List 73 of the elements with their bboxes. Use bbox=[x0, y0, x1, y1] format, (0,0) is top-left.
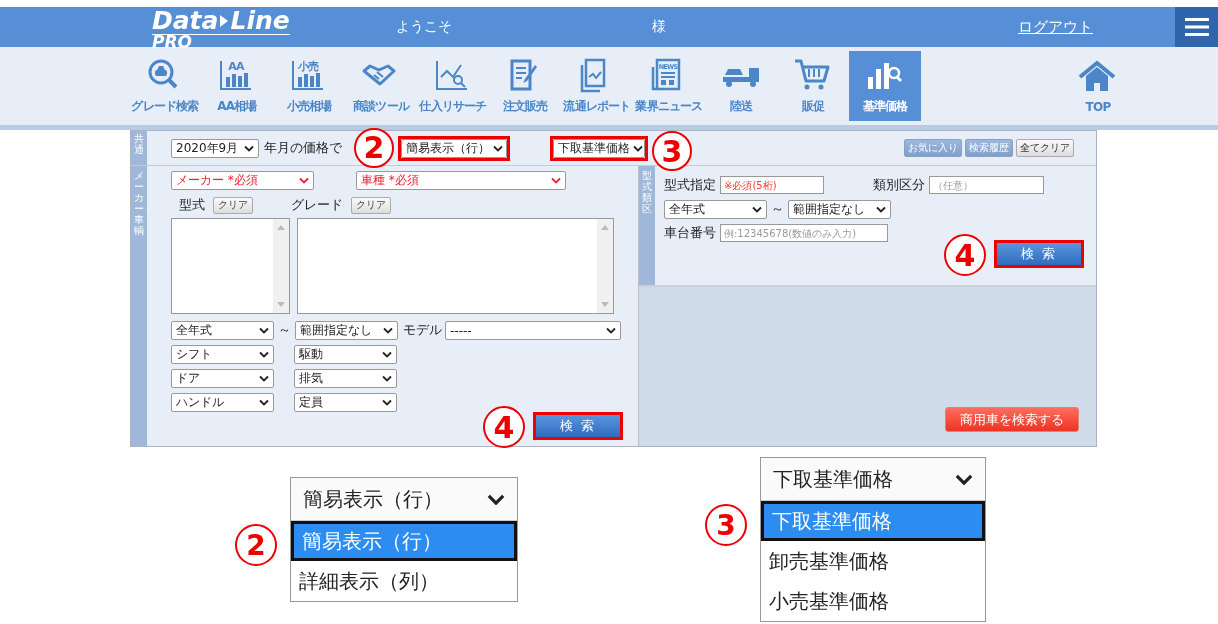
chevron-down-icon bbox=[606, 327, 616, 334]
list-box[interactable] bbox=[297, 218, 614, 314]
dropdown[interactable]: 2020年9月 bbox=[171, 138, 259, 158]
field-label: グレード bbox=[291, 196, 343, 214]
field-label: モデル bbox=[403, 322, 442, 339]
chevron-down-icon bbox=[259, 399, 269, 406]
clear-button[interactable]: クリア bbox=[213, 196, 253, 214]
input-field[interactable]: ※必須(5桁) bbox=[720, 176, 824, 194]
search-button[interactable]: 検 索 bbox=[536, 415, 620, 437]
chevron-down-icon bbox=[752, 206, 762, 213]
step-marker: 4 bbox=[944, 234, 986, 276]
clear-button[interactable]: クリア bbox=[351, 196, 391, 214]
dropdown[interactable]: 定員 bbox=[294, 393, 397, 412]
dropdown[interactable]: ハンドル bbox=[171, 393, 274, 412]
step-marker: 2 bbox=[354, 127, 394, 168]
dropdown[interactable]: シフト bbox=[171, 345, 274, 364]
dropdown[interactable]: 下取基準価格 bbox=[761, 458, 985, 501]
chevron-down-icon bbox=[955, 473, 973, 485]
section-label: 共通 bbox=[131, 131, 147, 165]
chevron-down-icon bbox=[383, 327, 393, 334]
field-label: 型式 bbox=[179, 196, 205, 214]
chevron-down-icon bbox=[382, 399, 392, 406]
menu-button[interactable] bbox=[1175, 7, 1218, 47]
step-marker: 3 bbox=[705, 504, 747, 546]
input-field[interactable]: 例:12345678(数値のみ入力) bbox=[720, 224, 888, 242]
field-label: 類別区分 bbox=[873, 176, 925, 194]
tilde-text: ～ bbox=[278, 322, 291, 339]
field-label: 車台番号 bbox=[664, 224, 716, 242]
tilde-text: ～ bbox=[771, 201, 784, 218]
toolbar-button[interactable]: 全てクリア bbox=[1016, 139, 1074, 157]
step-marker: 3 bbox=[652, 131, 692, 171]
scrollbar[interactable] bbox=[273, 219, 289, 313]
input-field[interactable]: （任意） bbox=[929, 176, 1044, 194]
dropdown[interactable]: 車種 *必須 bbox=[356, 171, 566, 190]
dropdown-option[interactable]: 小売基準価格 bbox=[761, 581, 985, 621]
chevron-down-icon bbox=[259, 327, 269, 334]
dropdown-option[interactable]: 卸売基準価格 bbox=[761, 541, 985, 581]
dropdown[interactable]: 簡易表示（行） bbox=[291, 478, 517, 521]
dropdown[interactable]: 下取基準価格 bbox=[553, 138, 645, 158]
honorific-text: 様 bbox=[652, 18, 667, 36]
dropdown[interactable]: 全年式 bbox=[664, 200, 767, 219]
chevron-down-icon bbox=[259, 351, 269, 358]
dropdown[interactable]: 範囲指定なし bbox=[788, 200, 891, 219]
month-suffix-text: 年月の価格で bbox=[264, 139, 342, 157]
chevron-down-icon bbox=[633, 144, 643, 152]
welcome-text: ようこそ bbox=[396, 18, 453, 36]
chevron-down-icon bbox=[493, 144, 503, 152]
chevron-down-icon bbox=[551, 177, 561, 184]
chevron-down-icon bbox=[244, 144, 254, 152]
dropdown[interactable]: 範囲指定なし bbox=[295, 321, 398, 340]
step-marker: 4 bbox=[483, 406, 525, 448]
field-label: 型式指定 bbox=[664, 176, 716, 194]
dropdown[interactable]: 簡易表示（行） bbox=[401, 138, 507, 158]
scrollbar[interactable] bbox=[597, 219, 613, 313]
chevron-down-icon bbox=[876, 206, 886, 213]
step-marker: 2 bbox=[235, 524, 277, 566]
chevron-down-icon bbox=[487, 493, 505, 505]
dropdown[interactable]: 排気 bbox=[294, 369, 397, 388]
dropdown[interactable]: ----- bbox=[445, 321, 621, 340]
section-label: 型式類区 bbox=[639, 166, 655, 285]
chevron-down-icon bbox=[259, 375, 269, 382]
logo: Data Line PRO bbox=[152, 7, 291, 47]
dropdown[interactable]: メーカー *必須 bbox=[171, 171, 314, 190]
dropdown[interactable]: 全年式 bbox=[171, 321, 274, 340]
dropdown[interactable]: 駆動 bbox=[294, 345, 397, 364]
dropdown-option[interactable]: 詳細表示（列） bbox=[291, 561, 517, 601]
list-box[interactable] bbox=[171, 218, 290, 314]
chevron-down-icon bbox=[382, 375, 392, 382]
search-button[interactable]: 検 索 bbox=[997, 243, 1081, 265]
dropdown[interactable]: ドア bbox=[171, 369, 274, 388]
menu-icon bbox=[1184, 17, 1209, 37]
chevron-down-icon bbox=[299, 177, 309, 184]
chevron-down-icon bbox=[382, 351, 392, 358]
